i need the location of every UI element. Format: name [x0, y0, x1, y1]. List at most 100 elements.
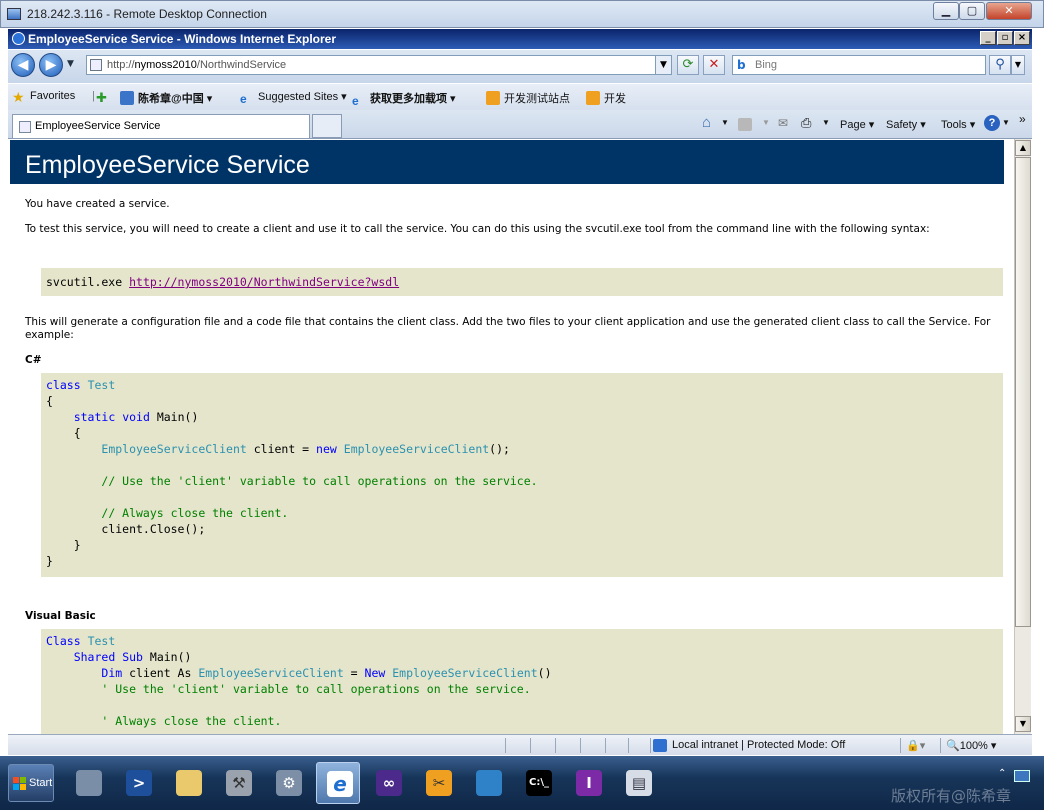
- rdc-close-button[interactable]: ✕: [986, 2, 1032, 20]
- ie-minimize-button[interactable]: _: [980, 31, 996, 45]
- infopath-icon: I: [576, 770, 602, 796]
- rdc-minimize-button[interactable]: ▁: [933, 2, 959, 20]
- taskbar-sharepoint-designer[interactable]: [466, 762, 510, 804]
- fav-link-dev[interactable]: 开发: [586, 90, 626, 106]
- search-button[interactable]: ⚲: [989, 55, 1011, 75]
- generate-text: This will generate a configuration file …: [25, 316, 991, 341]
- tools-icon: ⚒: [226, 770, 252, 796]
- search-input[interactable]: b Bing: [732, 55, 986, 75]
- stop-button[interactable]: ✕: [703, 55, 725, 75]
- bing-icon: b: [737, 58, 746, 72]
- recent-pages-dropdown-icon[interactable]: ▼: [67, 59, 74, 69]
- fav-link-chenxizhang[interactable]: 陈希章@中国 ▾: [120, 90, 212, 106]
- server-manager-icon: [76, 770, 102, 796]
- taskbar-internet-explorer[interactable]: e: [316, 762, 360, 804]
- address-dropdown-icon[interactable]: ▼: [655, 56, 671, 74]
- toolbar-overflow-chevron[interactable]: »: [1019, 112, 1026, 126]
- zoom-control[interactable]: 🔍100% ▾: [946, 739, 996, 752]
- wsdl-link[interactable]: http://nymoss2010/NorthwindService?wsdl: [129, 275, 399, 289]
- ie-window-title: EmployeeService Service - Windows Intern…: [28, 32, 337, 46]
- address-url[interactable]: http://nymoss2010/NorthwindService: [107, 59, 286, 71]
- page-icon: [19, 121, 31, 133]
- back-button[interactable]: ◀: [11, 53, 35, 77]
- powershell-icon: >: [126, 770, 152, 796]
- address-bar[interactable]: http://nymoss2010/NorthwindService ▼: [86, 55, 672, 75]
- feed-icon: [120, 91, 134, 105]
- scrollbar-thumb[interactable]: [1015, 157, 1031, 627]
- network-icon[interactable]: [1014, 770, 1030, 782]
- add-to-favorites-bar-button[interactable]: ✚: [96, 90, 114, 105]
- safety-menu[interactable]: Safety ▾: [886, 118, 926, 131]
- forward-button[interactable]: ▶: [39, 53, 63, 77]
- taskbar-remote-desktop[interactable]: ▤: [616, 762, 660, 804]
- show-hidden-icons-chevron[interactable]: ⌃: [998, 768, 1006, 779]
- taskbar-explorer[interactable]: [166, 762, 210, 804]
- visual-studio-icon: ∞: [376, 770, 402, 796]
- scroll-down-arrow[interactable]: ▼: [1015, 716, 1031, 732]
- feeds-dropdown-icon[interactable]: ▼: [762, 118, 770, 127]
- page-menu[interactable]: Page ▾: [840, 118, 874, 131]
- taskbar-services[interactable]: ⚙: [266, 762, 310, 804]
- status-bar: Local intranet | Protected Mode: Off 🔒▾ …: [8, 734, 1032, 755]
- ie-icon: e: [240, 92, 247, 106]
- windows-logo-icon: [13, 777, 27, 791]
- search-placeholder: Bing: [755, 59, 778, 71]
- window-icon: ▤: [626, 770, 652, 796]
- mail-icon[interactable]: ✉: [778, 116, 788, 130]
- svcutil-code-block: svcutil.exe http://nymoss2010/NorthwindS…: [41, 268, 1003, 296]
- taskbar: Start > ⚒ ⚙ e ∞ ✂ C:\_ I ▤ ⌃ 版权所有@陈希章: [0, 756, 1044, 810]
- help-dropdown-icon[interactable]: ▼: [1002, 118, 1010, 127]
- ie-restore-button[interactable]: ▫: [997, 31, 1013, 45]
- start-button[interactable]: Start: [8, 764, 54, 802]
- add-ons-status-icon[interactable]: 🔒▾: [906, 739, 925, 752]
- refresh-button[interactable]: ⟳: [677, 55, 699, 75]
- instructions-text: To test this service, you will need to c…: [25, 223, 930, 235]
- star-icon: ★: [12, 89, 25, 105]
- fav-link-dev-test-site[interactable]: 开发测试站点: [486, 90, 570, 106]
- home-icon[interactable]: ⌂: [702, 114, 711, 131]
- new-tab-button[interactable]: [312, 114, 342, 138]
- taskbar-visual-studio[interactable]: ∞: [366, 762, 410, 804]
- fav-link-suggested-sites[interactable]: e Suggested Sites ▾: [240, 90, 347, 106]
- navigation-toolbar: ◀ ▶ ▼ http://nymoss2010/NorthwindService…: [8, 50, 1032, 83]
- sharepoint-designer-icon: [476, 770, 502, 796]
- ie-icon: e: [352, 94, 359, 108]
- taskbar-toolbox[interactable]: ✂: [416, 762, 460, 804]
- toolbox-icon: ✂: [426, 770, 452, 796]
- taskbar-server-manager[interactable]: [66, 762, 110, 804]
- taskbar-admin-tools[interactable]: ⚒: [216, 762, 260, 804]
- print-icon[interactable]: ⎙: [801, 115, 811, 131]
- print-dropdown-icon[interactable]: ▼: [822, 118, 830, 127]
- vertical-scrollbar[interactable]: ▲ ▼: [1014, 139, 1031, 734]
- rdc-window-title: 218.242.3.116 - Remote Desktop Connectio…: [27, 7, 267, 21]
- tab-employeeservice[interactable]: EmployeeService Service: [12, 114, 310, 138]
- help-icon[interactable]: ?: [984, 115, 1000, 131]
- csharp-code-block: class Test { static void Main() { Employ…: [41, 373, 1003, 577]
- vb-label: Visual Basic: [25, 610, 96, 622]
- watermark: 版权所有@陈希章: [891, 787, 1012, 805]
- taskbar-infopath[interactable]: I: [566, 762, 610, 804]
- intranet-zone-icon: [653, 739, 667, 752]
- page-icon: [90, 59, 102, 71]
- home-dropdown-icon[interactable]: ▼: [721, 118, 729, 127]
- rdc-maximize-button[interactable]: ▢: [959, 2, 985, 20]
- favorites-button[interactable]: ★ Favorites: [12, 90, 75, 104]
- zoom-icon: 🔍: [946, 740, 960, 752]
- tools-menu[interactable]: Tools ▾: [941, 118, 975, 131]
- taskbar-command-prompt[interactable]: C:\_: [516, 762, 560, 804]
- gears-icon: ⚙: [276, 770, 302, 796]
- feeds-icon[interactable]: [738, 118, 752, 131]
- taskbar-powershell[interactable]: >: [116, 762, 160, 804]
- csharp-label: C#: [25, 354, 42, 366]
- favorites-bar: ★ Favorites | ✚ 陈希章@中国 ▾ e Suggested Sites…: [8, 84, 1032, 110]
- search-options-dropdown-icon[interactable]: ▼: [1011, 55, 1025, 75]
- scroll-up-arrow[interactable]: ▲: [1015, 140, 1031, 156]
- security-zone-status[interactable]: Local intranet | Protected Mode: Off: [672, 739, 845, 751]
- fav-link-get-addons[interactable]: e 获取更多加载项 ▾: [352, 90, 456, 108]
- page-title: EmployeeService Service: [10, 140, 1004, 184]
- ie-title-bar: EmployeeService Service - Windows Intern…: [8, 29, 1032, 49]
- ie-close-button[interactable]: ×: [1014, 31, 1030, 45]
- sharepoint-icon: [486, 91, 500, 105]
- remote-desktop-icon: [7, 8, 21, 20]
- vb-code-block: Class Test Shared Sub Main() Dim client …: [41, 629, 1003, 734]
